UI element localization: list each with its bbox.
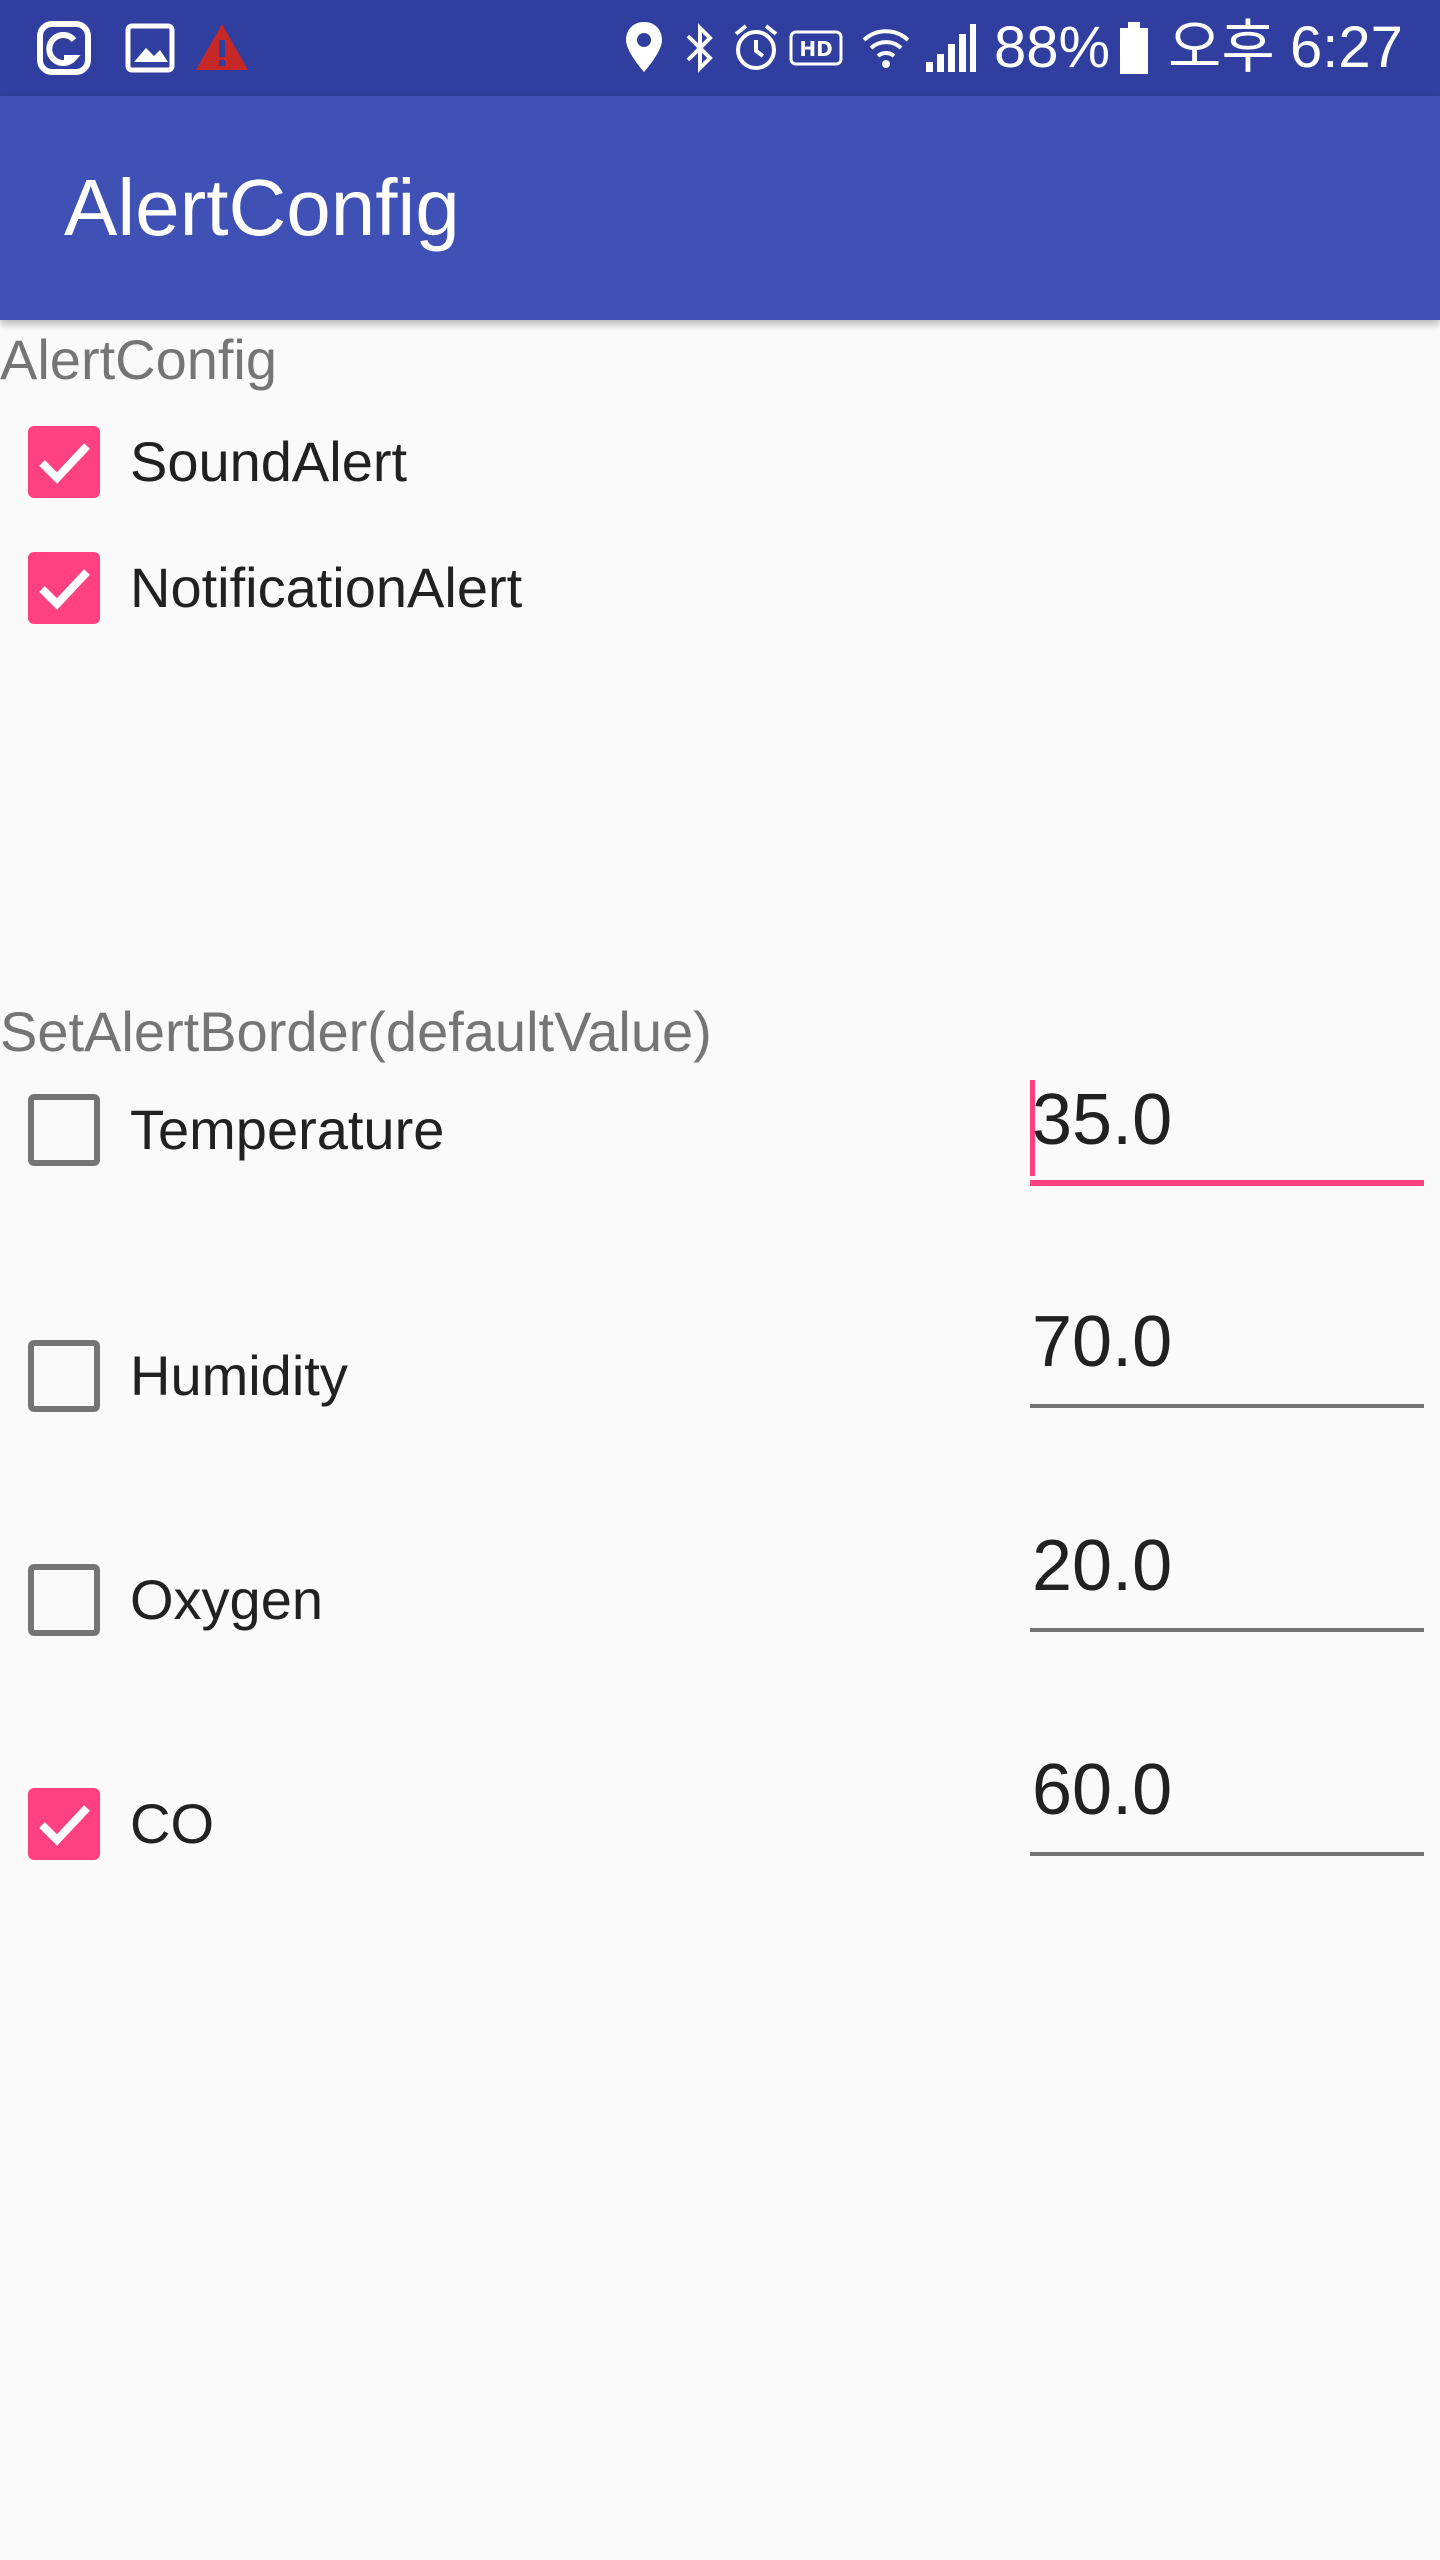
sound-alert-checkbox-row[interactable]: SoundAlert [28, 426, 407, 498]
temperature-value: 35.0 [1032, 1080, 1173, 1160]
oxygen-label: Oxygen [130, 1568, 323, 1631]
image-icon [125, 23, 175, 73]
oxygen-value-field[interactable]: 20.0 [1030, 1522, 1424, 1632]
signal-icon [926, 24, 976, 72]
humidity-checkbox-row[interactable]: Humidity [28, 1340, 348, 1412]
co-value-field[interactable]: 60.0 [1030, 1746, 1424, 1856]
co-checkbox[interactable] [28, 1788, 100, 1860]
checkmark-icon [39, 443, 90, 484]
svg-text:HD: HD [799, 37, 832, 61]
co-checkbox-row[interactable]: CO [28, 1788, 214, 1860]
notification-alert-checkbox-row[interactable]: NotificationAlert [28, 552, 522, 624]
field-underline [1030, 1404, 1424, 1408]
checkmark-icon [39, 569, 90, 610]
warning-icon [196, 24, 248, 70]
battery-icon [1120, 22, 1148, 74]
oxygen-checkbox[interactable] [28, 1564, 100, 1636]
checkmark-icon [39, 1805, 90, 1846]
humidity-value: 70.0 [1032, 1302, 1173, 1382]
bluetooth-icon [686, 23, 713, 73]
sound-alert-checkbox[interactable] [28, 426, 100, 498]
app-notification-icon [37, 21, 91, 75]
sound-alert-label: SoundAlert [130, 430, 408, 493]
alarm-icon [734, 24, 778, 70]
hd-icon: HD [789, 30, 843, 66]
app-title: AlertConfig [64, 163, 460, 252]
oxygen-checkbox-row[interactable]: Oxygen [28, 1564, 323, 1636]
co-value: 60.0 [1032, 1750, 1173, 1830]
status-time: 6:27 [1290, 15, 1403, 80]
notification-alert-label: NotificationAlert [130, 556, 523, 619]
humidity-checkbox[interactable] [28, 1340, 100, 1412]
status-bar: HD 88% 오후 6:27 [0, 0, 1440, 96]
temperature-checkbox-row[interactable]: Temperature [28, 1094, 444, 1166]
temperature-value-field[interactable]: 35.0 [1030, 1076, 1424, 1186]
alert-config-label: AlertConfig [0, 328, 278, 391]
battery-percent: 88% [994, 15, 1111, 80]
app-bar: AlertConfig [0, 96, 1440, 320]
alert-border-label: SetAlertBorder(defaultValue) [0, 1000, 712, 1063]
humidity-label: Humidity [130, 1344, 348, 1407]
status-ampm: 오후 [1168, 15, 1275, 80]
temperature-label: Temperature [130, 1098, 445, 1161]
field-underline [1030, 1852, 1424, 1856]
notification-alert-checkbox[interactable] [28, 552, 100, 624]
co-label: CO [130, 1792, 214, 1855]
field-underline [1030, 1628, 1424, 1632]
location-icon [626, 22, 662, 72]
oxygen-value: 20.0 [1032, 1526, 1173, 1606]
field-underline [1030, 1180, 1424, 1186]
temperature-checkbox[interactable] [28, 1094, 100, 1166]
wifi-icon [862, 29, 910, 68]
humidity-value-field[interactable]: 70.0 [1030, 1298, 1424, 1408]
